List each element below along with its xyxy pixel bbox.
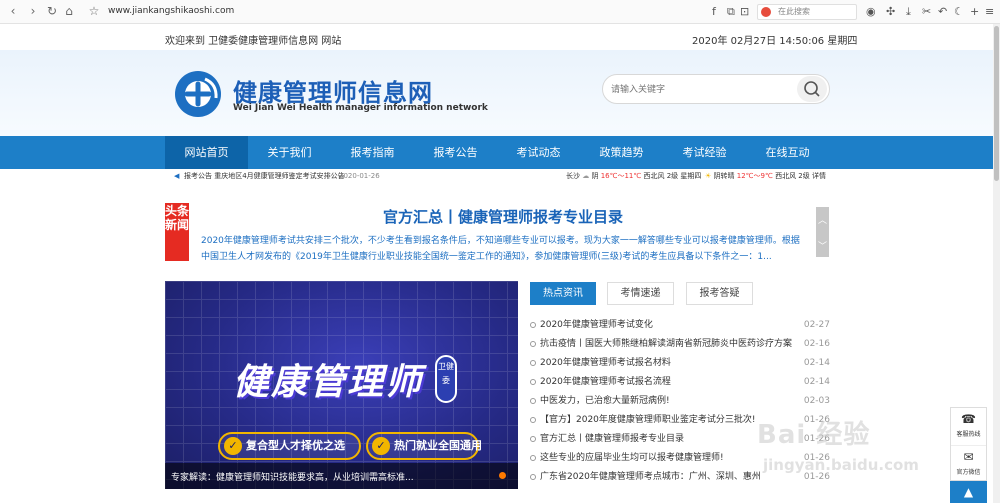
- back-to-top-button[interactable]: ▲: [950, 481, 987, 503]
- search-engine-icon: [761, 7, 771, 17]
- scrollbar-thumb[interactable]: [994, 26, 999, 181]
- tab-hot-news[interactable]: 热点资讯: [530, 282, 596, 305]
- sun-icon: ☀: [705, 172, 712, 180]
- forward-icon[interactable]: ›: [26, 4, 40, 18]
- datetime-text: 2020年 02月27日 14:50:06 星期四: [692, 36, 858, 47]
- welcome-text: 欢迎来到 卫健委健康管理师信息网 网站: [165, 36, 342, 47]
- carousel-dot[interactable]: [499, 472, 506, 479]
- menu-icon[interactable]: ≡: [985, 5, 994, 19]
- browser-toolbar: ‹ › ↻ ⌂ ☆ www.jiankangshikaoshi.com f ⧉ …: [0, 0, 1000, 24]
- floating-service-panel: ☎ 客服热线 ✉ 官方微信: [950, 407, 987, 481]
- night-mode-icon[interactable]: ☾: [954, 5, 964, 19]
- page-scrollbar[interactable]: [993, 24, 1000, 503]
- logo-icon[interactable]: [173, 70, 223, 118]
- tab-faq[interactable]: 报考答疑: [686, 282, 753, 305]
- notice-strip: ◀ 报考公告 重庆地区4月健康管理师鉴定考试安排公告 2020-01-26 长沙…: [0, 169, 993, 183]
- share-icon[interactable]: f: [712, 5, 716, 19]
- tab-exam-updates[interactable]: 考情速递: [607, 282, 674, 305]
- download-icon[interactable]: ⤓: [906, 5, 911, 19]
- headline-scroller: ︿ ﹀: [816, 207, 829, 257]
- phone-icon: ☎: [961, 412, 976, 426]
- tools-icon[interactable]: ✣: [886, 5, 895, 19]
- game-icon[interactable]: ◉: [866, 5, 876, 19]
- new-tab-icon[interactable]: +: [970, 5, 979, 19]
- banner-badge: 卫健委: [435, 355, 457, 403]
- top-strip: 欢迎来到 卫健委健康管理师信息网 网站 2020年 02月27日 14:50:0…: [0, 24, 993, 50]
- wechat-button[interactable]: ✉ 官方微信: [951, 445, 986, 481]
- reload-icon[interactable]: ↻: [45, 4, 59, 18]
- speaker-icon: ◀: [174, 172, 180, 180]
- wechat-icon: ✉: [963, 450, 974, 464]
- nav-item-interaction[interactable]: 在线互动: [746, 136, 829, 169]
- site-search: [602, 74, 830, 104]
- site-header: 健康管理师信息网 Wei Jian Wei Health manager inf…: [0, 50, 993, 136]
- banner-caption[interactable]: 专家解读：健康管理师知识技能要求高，从业培训需高标准...: [171, 470, 414, 483]
- undo-icon[interactable]: ↶: [938, 5, 947, 19]
- home-icon[interactable]: ⌂: [62, 4, 76, 18]
- check-icon: ✓: [372, 437, 390, 455]
- watermark-url: jingyan.baidu.com: [763, 456, 919, 474]
- search-icon: [804, 81, 820, 97]
- nav-item-experience[interactable]: 考试经验: [663, 136, 746, 169]
- news-item[interactable]: 抗击疫情丨国医大师熊继柏解读湖南省新冠肺炎中医药诊疗方案 02-16: [530, 335, 830, 354]
- nav-item-policy[interactable]: 政策趋势: [580, 136, 663, 169]
- nav-item-home[interactable]: 网站首页: [165, 136, 248, 169]
- nav-item-about[interactable]: 关于我们: [248, 136, 331, 169]
- site-logo-subtitle: Wei Jian Wei Health manager information …: [233, 103, 488, 113]
- news-item[interactable]: 中医发力，已治愈大量新冠病例! 02-03: [530, 392, 830, 411]
- address-bar[interactable]: www.jiankangshikaoshi.com: [108, 6, 234, 16]
- extension-icon[interactable]: ⊡: [740, 5, 749, 19]
- hotline-button[interactable]: ☎ 客服热线: [951, 408, 986, 444]
- back-icon[interactable]: ‹: [6, 4, 20, 18]
- news-item[interactable]: 2020年健康管理师考试报名材料 02-14: [530, 354, 830, 373]
- search-input[interactable]: [611, 82, 791, 98]
- nav-item-exam-news[interactable]: 考试动态: [497, 136, 580, 169]
- browser-search-input[interactable]: 在此搜索: [757, 4, 857, 20]
- cloud-icon: ☁: [582, 172, 590, 180]
- watermark: Bai 经验 jingyan.baidu.com: [757, 414, 947, 494]
- headline-badge: 头条新闻: [165, 203, 189, 261]
- main-nav: 网站首页 关于我们 报考指南 报考公告 考试动态 政策趋势 考试经验 在线互动: [0, 136, 993, 169]
- chevron-down-icon[interactable]: ﹀: [816, 239, 829, 252]
- weather-tomorrow: ☀ 阴转晴 12℃～9℃ 西北风 2级 详情: [705, 172, 826, 180]
- nav-item-announcements[interactable]: 报考公告: [414, 136, 497, 169]
- banner-caption-bar: 专家解读：健康管理师知识技能要求高，从业培训需高标准...: [165, 463, 518, 489]
- nav-item-guide[interactable]: 报考指南: [331, 136, 414, 169]
- news-item[interactable]: 2020年健康管理师考试变化 02-27: [530, 316, 830, 335]
- arrow-up-icon: ▲: [963, 485, 974, 499]
- weather-city: 长沙: [566, 172, 580, 180]
- chevron-up-icon[interactable]: ︿: [816, 213, 829, 226]
- headline-title[interactable]: 官方汇总丨健康管理师报考专业目录: [203, 206, 803, 227]
- cut-icon[interactable]: ✂: [922, 5, 931, 19]
- bookmark-star-icon[interactable]: ☆: [87, 4, 101, 18]
- headline-summary[interactable]: 2020年健康管理师考试共安排三个批次，不少考生看到报名条件后，不知道哪些专业可…: [201, 233, 806, 265]
- banner-carousel[interactable]: 健康管理师 卫健委 ✓ 复合型人才择优之选 ✓ 热门就业全国通用 专家解读：健康…: [165, 281, 518, 489]
- news-item[interactable]: 2020年健康管理师考试报名流程 02-14: [530, 373, 830, 392]
- watermark-brand: Bai 经验: [757, 420, 871, 450]
- weather-detail-link[interactable]: 详情: [812, 172, 826, 180]
- banner-pill-employment: ✓ 热门就业全国通用: [366, 432, 482, 460]
- notice-date: 2020-01-26: [339, 172, 380, 180]
- notice-link[interactable]: 报考公告 重庆地区4月健康管理师鉴定考试安排公告: [184, 169, 345, 183]
- screenshot-icon[interactable]: ⧉: [727, 5, 735, 19]
- banner-pill-talent: ✓ 复合型人才择优之选: [218, 432, 361, 460]
- check-icon: ✓: [224, 437, 242, 455]
- banner-title: 健康管理师: [233, 362, 424, 403]
- search-button[interactable]: [797, 76, 827, 102]
- weather-today: 长沙 ☁ 阴 16℃～11℃ 西北风 2级 星期四: [566, 172, 702, 180]
